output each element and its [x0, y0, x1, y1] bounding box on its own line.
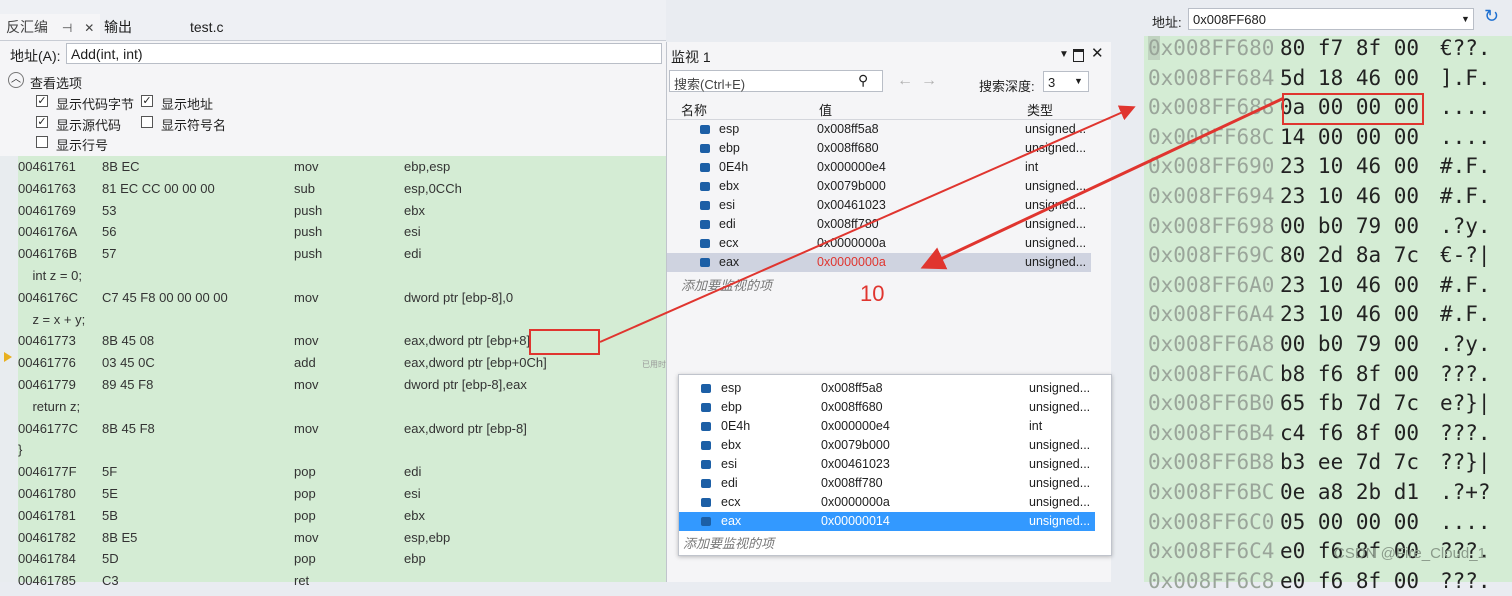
- arrow-to-eax: [920, 96, 1285, 270]
- arrow-to-memory: [599, 105, 1136, 343]
- annotation-arrows: [599, 96, 1285, 343]
